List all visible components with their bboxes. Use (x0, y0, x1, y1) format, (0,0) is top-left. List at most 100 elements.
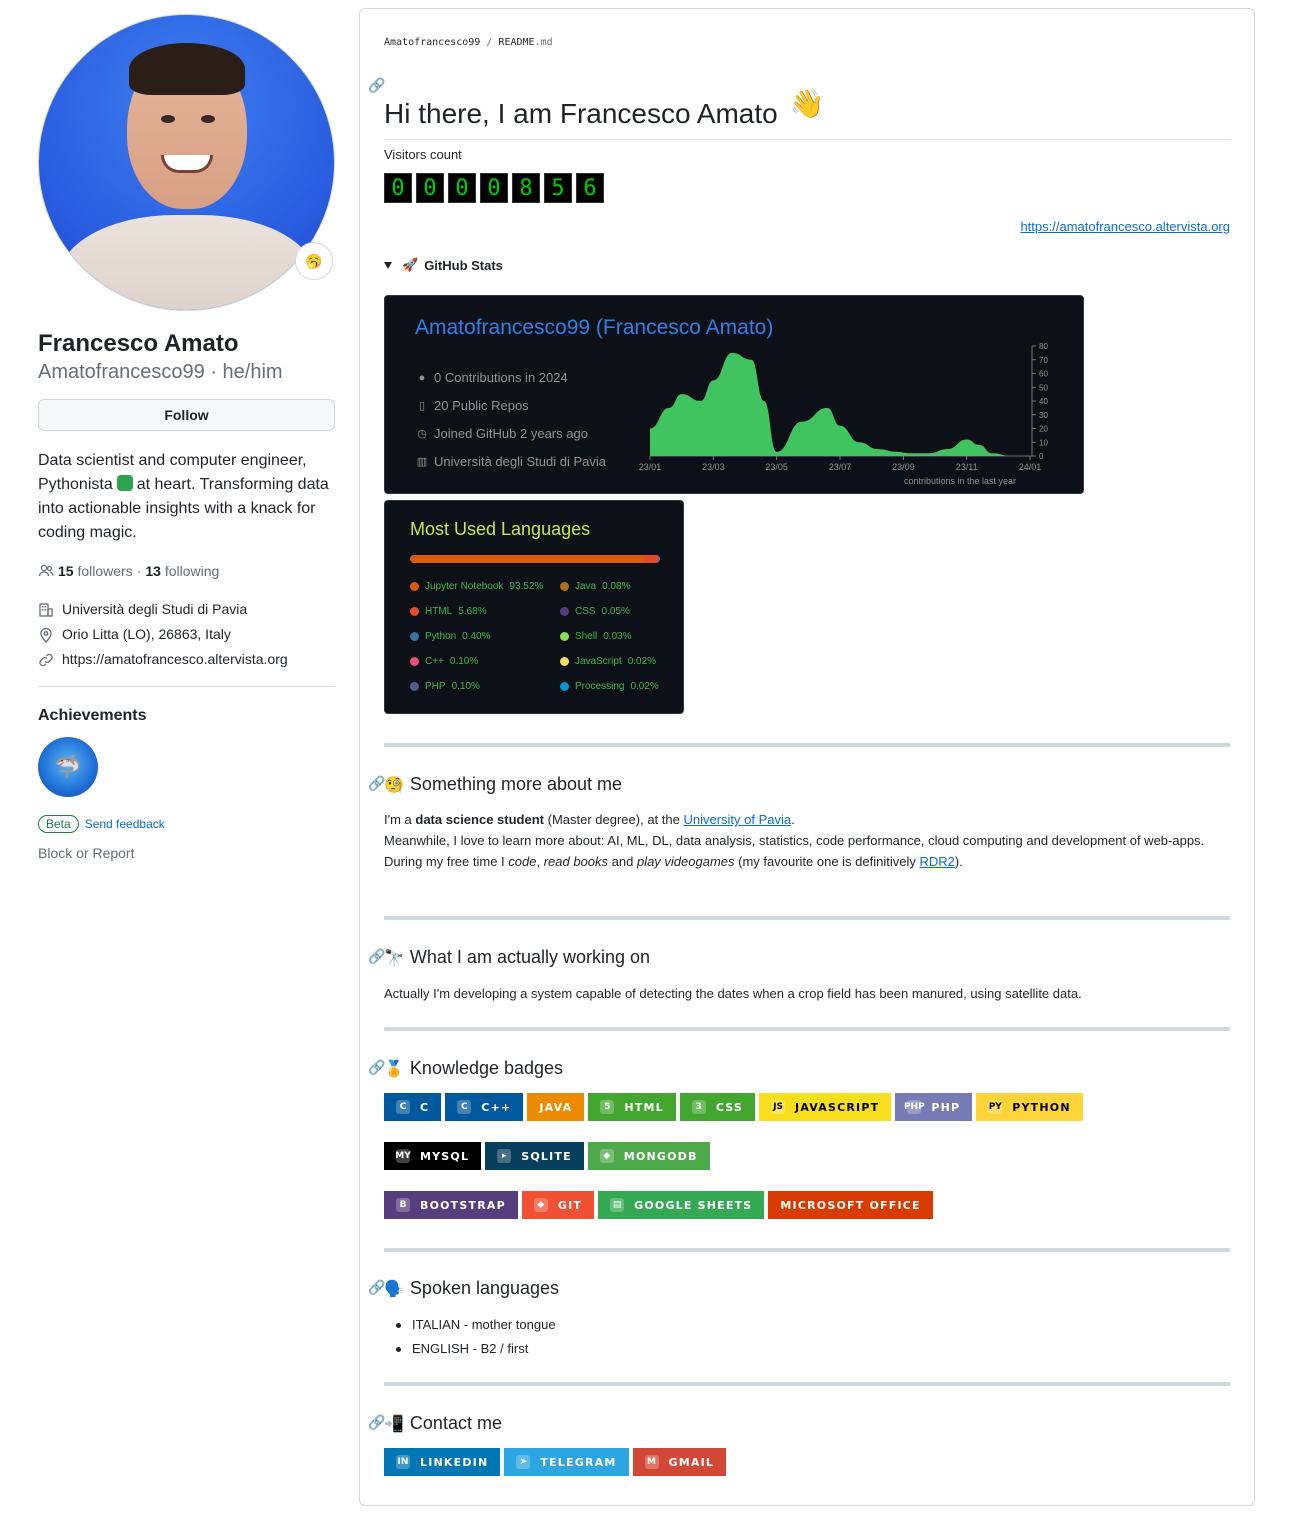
badge-git[interactable]: ◆ GIT (521, 1191, 595, 1219)
badge-label: TELEGRAM (540, 1455, 617, 1469)
knowledge-title: Knowledge badges (409, 1058, 564, 1078)
y-tick-label: 0 (1039, 452, 1044, 461)
y-tick-label: 10 (1039, 438, 1048, 447)
org-text: Università degli Studi di Pavia (434, 454, 606, 469)
readme-title: Hi there, I am Francesco Amato 👋 (384, 87, 1230, 140)
badge-mysql[interactable]: My MYSQL (384, 1142, 482, 1170)
github-stats-toggle[interactable]: 🚀 GitHub Stats (384, 257, 503, 273)
badge-gmail[interactable]: M GMAIL (632, 1448, 727, 1476)
block-report-link[interactable]: Block or Report (38, 845, 335, 861)
anchor-link-icon[interactable]: 🔗 (368, 948, 385, 965)
badge-python[interactable]: py PYTHON (976, 1093, 1083, 1121)
badge-html[interactable]: 5 HTML (588, 1093, 676, 1121)
university-link[interactable]: University of Pavia (683, 812, 791, 827)
badge-c[interactable]: CC (384, 1093, 442, 1121)
followers-link[interactable]: 15 followers (58, 563, 133, 579)
visitor-digit: 0 (416, 173, 444, 203)
rdr2-link[interactable]: RDR2 (919, 854, 954, 869)
lang-card-title: Most Used Languages (410, 519, 591, 539)
section-divider (384, 1027, 1230, 1031)
lang-bar-segment (643, 555, 659, 563)
followers-label: followers (77, 563, 133, 579)
lang-percent: 93.52% (509, 580, 544, 592)
anchor-link-icon[interactable]: 🔗 (368, 775, 385, 792)
avatar-hair (129, 43, 245, 95)
badge-label: PHP (931, 1100, 961, 1114)
following-count: 13 (145, 563, 161, 579)
location-text: Orio Litta (LO), 26863, Italy (62, 626, 231, 642)
section-divider (384, 916, 1230, 920)
badge-label: GIT (557, 1198, 583, 1212)
visitor-digit: 0 (480, 173, 508, 203)
profile-name: Francesco Amato (38, 330, 239, 357)
badge-bootstrap[interactable]: B BOOTSTRAP (384, 1191, 518, 1219)
badge-logo-icon: C (396, 1100, 410, 1114)
badge-linkedin[interactable]: in LINKEDIN (384, 1448, 501, 1476)
y-tick-label: 60 (1039, 370, 1048, 379)
status-emoji-badge[interactable]: 🥱 (295, 242, 333, 280)
contributions-text: 0 Contributions in 2024 (434, 370, 568, 385)
avatar[interactable] (38, 14, 335, 311)
lang-percent: 0.02% (627, 655, 657, 667)
visitor-digit: 6 (576, 173, 604, 203)
follow-button[interactable]: Follow (38, 399, 335, 431)
badge-c-[interactable]: C C++ (445, 1093, 524, 1121)
badge-microsoft-office[interactable]: MICROSOFT OFFICE (768, 1191, 933, 1219)
vcard-location: Orio Litta (LO), 26863, Italy (38, 622, 335, 647)
stats-card-list: ● 0 Contributions in 2024 ▯ 20 Public Repo… (415, 364, 606, 476)
contributions-chart: 0 10 20 30 40 50 60 70 80 23/01 23/03 23/05 23/07 23/… (639, 342, 1049, 486)
readme-card: Amatofrancesco99 / README.md 🔗 Hi there,… (359, 8, 1255, 1506)
followers-count: 15 (58, 563, 74, 579)
badge-label: HTML (624, 1100, 664, 1114)
badge-logo-icon: py (988, 1100, 1003, 1114)
badge-logo-icon: ➤ (516, 1455, 531, 1469)
badge-mongodb[interactable]: ◆ MONGODB (587, 1142, 710, 1170)
anchor-link-icon[interactable]: 🔗 (368, 77, 385, 94)
lang-percent: 0.40% (462, 630, 491, 642)
badge-php[interactable]: php PHP (895, 1093, 973, 1121)
following-link[interactable]: 13 following (145, 563, 219, 579)
lang-bar-segment (410, 555, 644, 563)
badge-logo-icon: php (903, 1100, 925, 1114)
badge-java[interactable]: JAVA (527, 1093, 585, 1121)
anchor-link-icon[interactable]: 🔗 (368, 1414, 385, 1431)
send-feedback-link[interactable]: Send feedback (85, 817, 165, 831)
knowledge-badges-row: C C C C++ JAVA 5 HTML 3 CSS JS JAVASCRIPT php PHP py P… (384, 1093, 1083, 1121)
badge-google-sheets[interactable]: ▤ GOOGLE SHEETS (598, 1191, 765, 1219)
github-stats-label: GitHub Stats (424, 257, 503, 273)
visitor-digit: 0 (448, 173, 476, 203)
profile-username: Amatofrancesco99 · he/him (38, 361, 283, 383)
repo-icon: ▯ (418, 400, 426, 412)
website-link[interactable]: https://amatofrancesco.altervista.org (62, 647, 288, 672)
x-tick-label: 23/11 (956, 462, 978, 472)
vcard-website[interactable]: https://amatofrancesco.altervista.org (38, 647, 335, 672)
badge-telegram[interactable]: ➤ TELEGRAM (504, 1448, 629, 1476)
crumb-user-link[interactable]: Amatofrancesco99 (384, 37, 480, 48)
most-used-languages-card: Most Used Languages Jupyter Notebook 93.5… (384, 500, 684, 714)
lang-item: CSS 0.05% (560, 604, 670, 618)
lang-color-dot (410, 606, 419, 616)
anchor-link-icon[interactable]: 🔗 (368, 1279, 385, 1296)
section-divider (384, 1382, 1230, 1386)
lang-color-dot (560, 581, 569, 591)
lang-name: JavaScript (575, 655, 622, 667)
telescope-emoji: 🔭 (384, 950, 404, 967)
stats-card-title[interactable]: Amatofrancesco99 (Francesco Amato) (415, 316, 773, 340)
lang-percent: 5.68% (458, 605, 487, 617)
stats-org: ▥ Università degli Studi di Pavia (415, 448, 606, 476)
badge-css[interactable]: 3 CSS (679, 1093, 756, 1121)
readme-title-text: Hi there, I am Francesco Amato (384, 98, 778, 129)
clock-icon: ◷ (417, 428, 427, 440)
site-link[interactable]: https://amatofrancesco.altervista.org (1020, 219, 1230, 234)
y-tick-label: 30 (1039, 411, 1048, 420)
python-icon (116, 475, 133, 491)
badge-sqlite[interactable]: ▸ SQLITE (485, 1142, 584, 1170)
badge-label: LINKEDIN (420, 1455, 489, 1469)
badge-javascript[interactable]: JS JAVASCRIPT (759, 1093, 892, 1121)
anchor-link-icon[interactable]: 🔗 (368, 1059, 385, 1076)
badge-logo-icon: M (644, 1455, 659, 1469)
achievement-badge-icon[interactable]: 🦈 (38, 737, 98, 797)
wave-emoji: 👋 (789, 88, 825, 119)
lang-percent: 0.08% (602, 580, 631, 592)
lang-percent: 0.10% (449, 655, 479, 667)
